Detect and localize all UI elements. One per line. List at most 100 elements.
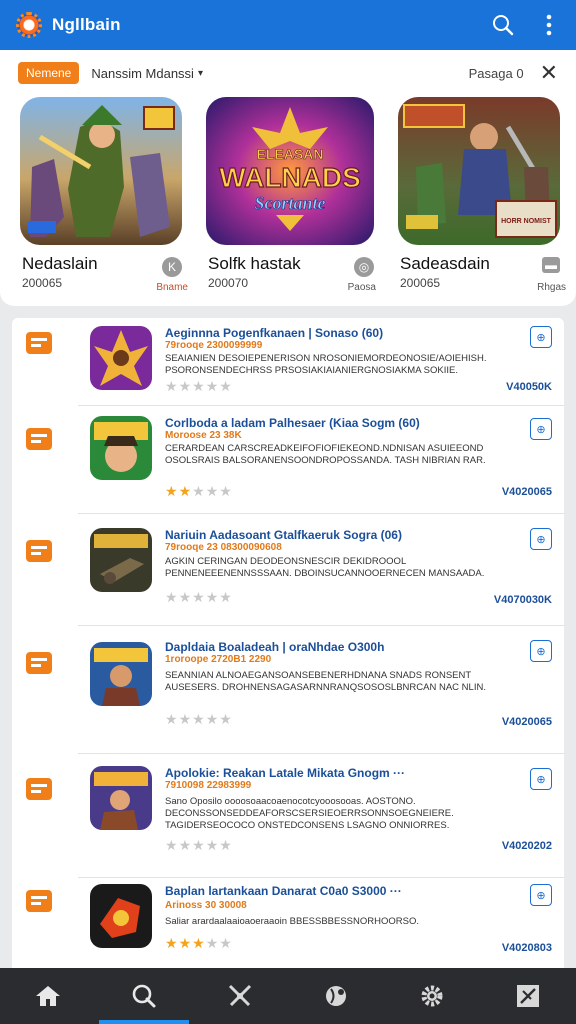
list-item[interactable]: Baplan lartankaan Danarat C0a0 S3000 ···… bbox=[12, 878, 564, 970]
app-bar: Ngllbain bbox=[0, 0, 576, 50]
featured-art-title: ELEASAN bbox=[257, 146, 324, 162]
featured-name: Nedaslain bbox=[22, 254, 98, 273]
featured-art: ELEASAN WALNADS Scortante bbox=[206, 97, 374, 245]
star-empty-icon: ★ bbox=[205, 589, 219, 605]
item-description: Sano Oposilo oooosoaacoaenocotcyooosooas… bbox=[165, 796, 454, 831]
star-empty-icon: ★ bbox=[165, 711, 178, 727]
nav-settings[interactable] bbox=[402, 968, 462, 1024]
featured-art-title: WALNADS bbox=[219, 162, 361, 193]
nav-profile[interactable] bbox=[498, 968, 558, 1024]
star-empty-icon: ★ bbox=[192, 589, 205, 605]
add-button[interactable]: ⊕ bbox=[530, 326, 552, 348]
game-thumbnail bbox=[90, 416, 152, 480]
item-title: Baplan lartankaan Danarat C0a0 S3000 ··· bbox=[165, 884, 402, 898]
featured-count: 200065 bbox=[400, 276, 441, 290]
item-description: CERARDEAN CARSCREADKEIFOFIOFIEKEOND.NDNI… bbox=[165, 443, 486, 466]
rating-stars: ★ ★ ★ ★ ★ bbox=[165, 838, 232, 852]
star-empty-icon: ★ bbox=[219, 378, 232, 394]
star-empty-icon: ★ bbox=[219, 935, 232, 951]
item-meta: 7910098 22983999 bbox=[165, 780, 252, 791]
star-empty-icon: ★ bbox=[219, 483, 232, 499]
list-item[interactable]: Aeginnna Pogenfkanaen | Sonaso (60) 79ro… bbox=[12, 318, 564, 406]
game-thumbnail bbox=[90, 884, 152, 948]
item-description: AGKIN CERINGAN DEODEONSNESCIR DEKIDROOOL… bbox=[165, 556, 485, 579]
star-empty-icon: ★ bbox=[192, 711, 205, 727]
item-code: V4020065 bbox=[501, 486, 552, 498]
star-empty-icon: ★ bbox=[192, 378, 205, 394]
featured-count: 200070 bbox=[208, 276, 249, 290]
item-title: Nariuin Aadasoant Gtalfkaeruk Sogra (06) bbox=[165, 528, 402, 542]
add-button[interactable]: ⊕ bbox=[530, 418, 552, 440]
item-code: V40050K bbox=[506, 381, 552, 393]
game-list: Aeginnna Pogenfkanaen | Sonaso (60) 79ro… bbox=[12, 318, 564, 970]
star-filled-icon: ★ bbox=[165, 483, 178, 499]
sort-dropdown[interactable]: Nanssim Mdanssi ▾ bbox=[91, 66, 203, 81]
item-meta: 79rooqe 2300099999 bbox=[165, 340, 263, 351]
add-button[interactable]: ⊕ bbox=[530, 884, 552, 906]
rating-stars: ★ ★ ★ ★ ★ bbox=[165, 936, 232, 950]
item-meta: 79rooqe 23 08300090608 bbox=[165, 542, 282, 553]
list-bullet-icon bbox=[26, 652, 52, 674]
featured-name: Sadeasdain bbox=[400, 254, 490, 273]
filter-right: Pasaga 0 ✕ bbox=[469, 62, 558, 84]
more-vert-icon[interactable] bbox=[536, 12, 562, 38]
item-title: Corlboda a ladam Palhesaer (Kiaa Sogm (6… bbox=[165, 416, 420, 430]
nav-home[interactable] bbox=[18, 968, 78, 1024]
featured-name: Solfk hastak bbox=[208, 254, 301, 273]
star-empty-icon: ★ bbox=[178, 837, 192, 853]
add-button[interactable]: ⊕ bbox=[530, 768, 552, 790]
list-bullet-icon bbox=[26, 890, 52, 912]
item-title: Apolokie: Reakan Latale Mikata Gnogm ··· bbox=[165, 766, 406, 780]
list-item[interactable]: Apolokie: Reakan Latale Mikata Gnogm ···… bbox=[12, 754, 564, 878]
star-empty-icon: ★ bbox=[219, 711, 232, 727]
list-bullet-icon bbox=[26, 428, 52, 450]
star-empty-icon: ★ bbox=[205, 711, 219, 727]
search-icon[interactable] bbox=[490, 12, 516, 38]
editor-icon bbox=[517, 985, 539, 1007]
star-empty-icon: ★ bbox=[192, 837, 205, 853]
swords-icon bbox=[228, 984, 252, 1007]
star-empty-icon: ★ bbox=[219, 589, 232, 605]
item-description: SEANNIAN ALNOAEGANSOANSEBENERHDNANA SNAD… bbox=[165, 670, 486, 693]
nav-explore[interactable] bbox=[306, 968, 366, 1024]
globe-icon bbox=[326, 986, 346, 1006]
game-thumbnail bbox=[90, 766, 152, 830]
featured-card[interactable]: ELEASAN WALNADS Scortante Solfk hastak 2… bbox=[206, 96, 378, 296]
list-item[interactable]: Corlboda a ladam Palhesaer (Kiaa Sogm (6… bbox=[12, 406, 564, 514]
rating-stars: ★ ★ ★ ★ ★ bbox=[165, 379, 232, 393]
page-label: Pasaga 0 bbox=[468, 65, 524, 81]
nav-games[interactable] bbox=[210, 968, 270, 1024]
star-empty-icon: ★ bbox=[192, 483, 205, 499]
rating-stars: ★ ★ ★ ★ ★ bbox=[165, 590, 232, 604]
filter-bar: Nemene Nanssim Mdanssi ▾ Pasaga 0 ✕ bbox=[0, 50, 576, 96]
featured-art: HORR NOMIST bbox=[398, 97, 560, 245]
item-code: V4020803 bbox=[501, 942, 552, 954]
featured-card[interactable]: Nedaslain 200065 K Bname bbox=[20, 96, 192, 296]
featured-art-subtitle: Scortante bbox=[254, 193, 325, 213]
sort-label: Nanssim Mdanssi bbox=[91, 65, 194, 81]
list-item[interactable]: Nariuin Aadasoant Gtalfkaeruk Sogra (06)… bbox=[12, 514, 564, 626]
list-bullet-icon bbox=[26, 332, 52, 354]
add-button[interactable]: ⊕ bbox=[530, 528, 552, 550]
featured-tag: Paosa bbox=[347, 282, 376, 293]
featured-card[interactable]: HORR NOMIST Sadeasdain 200065 ▬ Rhgas bbox=[398, 96, 570, 296]
close-icon[interactable]: ✕ bbox=[540, 62, 558, 84]
star-filled-icon: ★ bbox=[178, 935, 192, 951]
star-empty-icon: ★ bbox=[205, 483, 219, 499]
chevron-down-icon: ▾ bbox=[197, 67, 203, 79]
featured-carousel: Nedaslain 200065 K Bname ELEASAN WALNADS… bbox=[0, 96, 576, 306]
filter-chip[interactable]: Nemene bbox=[18, 62, 80, 84]
featured-art-banner: HORR NOMIST bbox=[501, 218, 552, 225]
item-title: Dapldaia Boaladeah | oraNhdae O300h bbox=[165, 640, 385, 654]
add-button[interactable]: ⊕ bbox=[530, 640, 552, 662]
star-empty-icon: ★ bbox=[178, 378, 192, 394]
item-title: Aeginnna Pogenfkanaen | Sonaso (60) bbox=[165, 326, 384, 340]
rating-stars: ★ ★ ★ ★ ★ bbox=[165, 712, 232, 726]
star-empty-icon: ★ bbox=[178, 589, 192, 605]
list-item[interactable]: Dapldaia Boaladeah | oraNhdae O300h 1ror… bbox=[12, 626, 564, 754]
featured-tag: Rhgas bbox=[537, 282, 566, 293]
rating-stars: ★ ★ ★ ★ ★ bbox=[165, 484, 232, 498]
item-code: V4020065 bbox=[501, 716, 552, 728]
nav-search[interactable] bbox=[99, 968, 189, 1024]
list-bullet-icon bbox=[26, 540, 52, 562]
